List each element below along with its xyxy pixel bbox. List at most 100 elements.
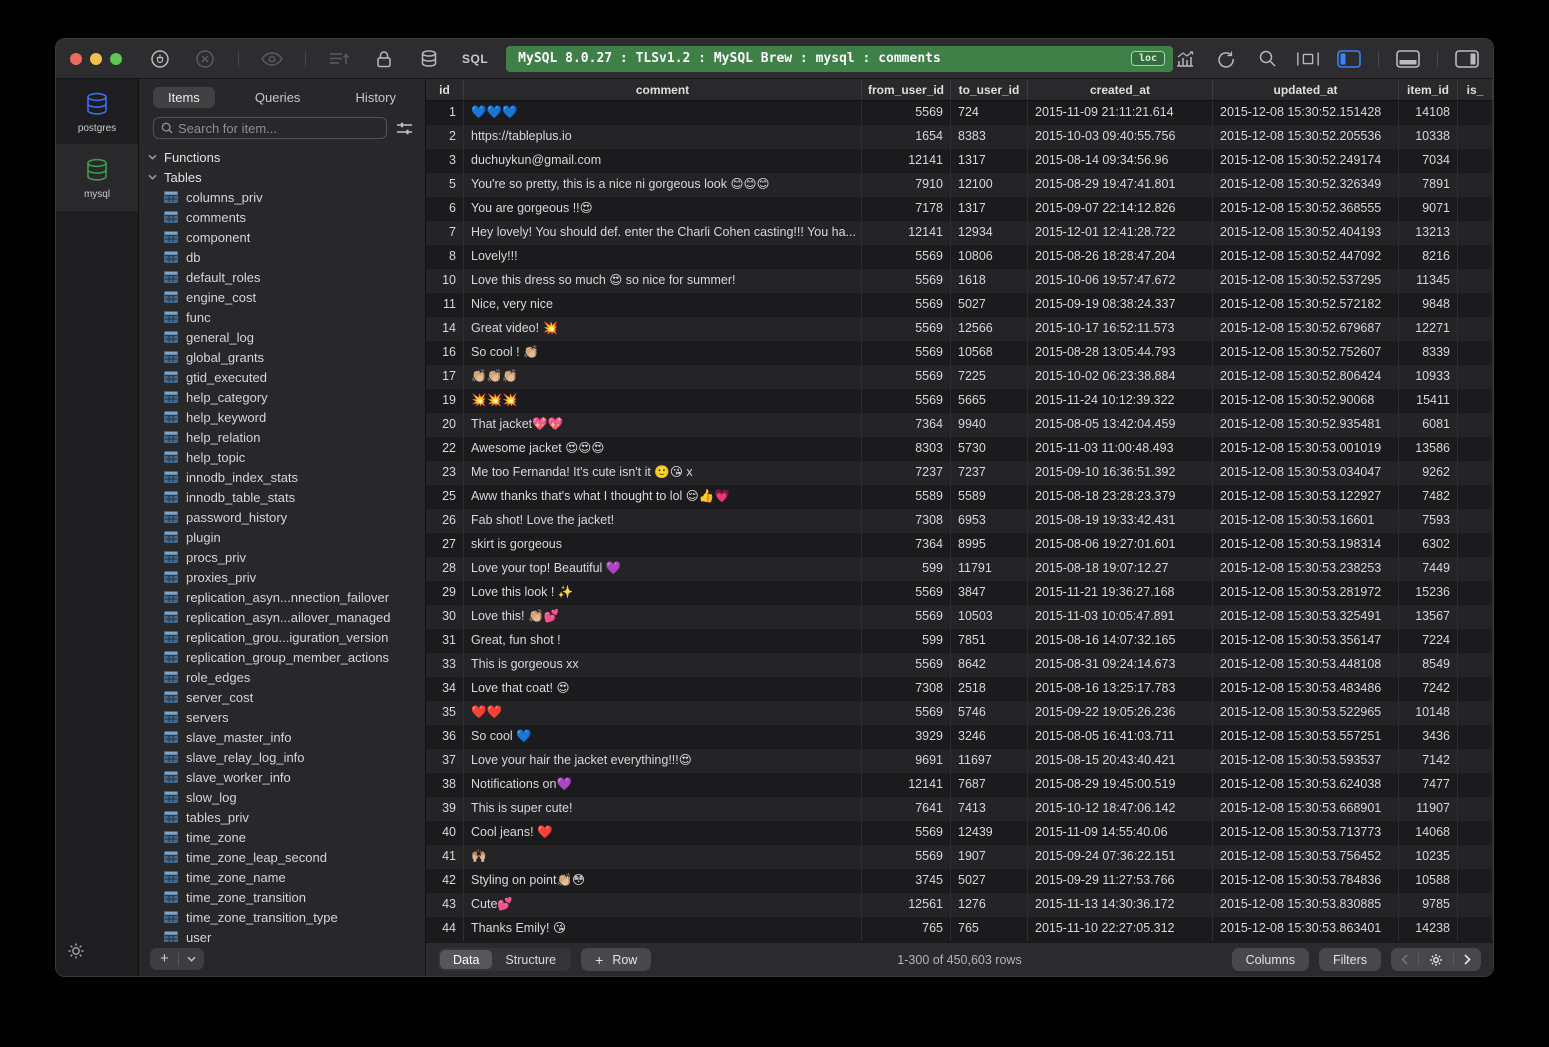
table-row[interactable]: 1💙💙💙55697242015-11-09 21:11:21.6142015-1… — [426, 101, 1493, 125]
page-settings-gear-icon[interactable] — [1419, 953, 1453, 967]
table-row[interactable]: 16So cool ! 👏🏼5569105682015-08-28 13:05:… — [426, 341, 1493, 365]
cell-from_user_id[interactable]: 1654 — [862, 125, 951, 149]
cell-updated_at[interactable]: 2015-12-08 15:30:52.151428 — [1213, 101, 1399, 125]
cell-comment[interactable]: Aww thanks that's what I thought to lol … — [464, 485, 862, 509]
table-row[interactable]: 34Love that coat! 😍730825182015-08-16 13… — [426, 677, 1493, 701]
cell-to_user_id[interactable]: 1907 — [951, 845, 1028, 869]
cell-updated_at[interactable]: 2015-12-08 15:30:53.281972 — [1213, 581, 1399, 605]
cell-to_user_id[interactable]: 5027 — [951, 869, 1028, 893]
table-row[interactable]: 10Love this dress so much 😍 so nice for … — [426, 269, 1493, 293]
cell-comment[interactable]: Styling on point👏🏼😳 — [464, 869, 862, 893]
sidebar-table-item[interactable]: innodb_table_stats — [139, 487, 425, 507]
column-header-item_id[interactable]: item_id — [1399, 79, 1458, 100]
cell-updated_at[interactable]: 2015-12-08 15:30:53.863401 — [1213, 917, 1399, 941]
cell-to_user_id[interactable]: 5730 — [951, 437, 1028, 461]
cell-item_id[interactable]: 8549 — [1399, 653, 1458, 677]
tab-data[interactable]: Data — [440, 950, 492, 969]
cell-item_id[interactable]: 14108 — [1399, 101, 1458, 125]
table-row[interactable]: 41🙌🏼556919072015-09-24 07:36:22.1512015-… — [426, 845, 1493, 869]
cell-id[interactable]: 2 — [426, 125, 464, 149]
sidebar-table-item[interactable]: replication_asyn...ailover_managed — [139, 607, 425, 627]
cell-is_[interactable] — [1458, 701, 1493, 725]
cell-to_user_id[interactable]: 8383 — [951, 125, 1028, 149]
cell-item_id[interactable]: 14238 — [1399, 917, 1458, 941]
table-row[interactable]: 28Love your top! Beautiful 💜599117912015… — [426, 557, 1493, 581]
cell-is_[interactable] — [1458, 533, 1493, 557]
cell-comment[interactable]: Love this dress so much 😍 so nice for su… — [464, 269, 862, 293]
cell-id[interactable]: 31 — [426, 629, 464, 653]
table-row[interactable]: 36So cool 💙392932462015-08-05 16:41:03.7… — [426, 725, 1493, 749]
cell-is_[interactable] — [1458, 509, 1493, 533]
cell-from_user_id[interactable]: 5569 — [862, 389, 951, 413]
cell-created_at[interactable]: 2015-08-16 13:25:17.783 — [1028, 677, 1213, 701]
cell-item_id[interactable]: 7593 — [1399, 509, 1458, 533]
cell-is_[interactable] — [1458, 917, 1493, 941]
cell-item_id[interactable]: 13213 — [1399, 221, 1458, 245]
cell-item_id[interactable]: 8339 — [1399, 341, 1458, 365]
sidebar-table-item[interactable]: time_zone_transition_type — [139, 907, 425, 927]
table-row[interactable]: 33This is gorgeous xx556986422015-08-31 … — [426, 653, 1493, 677]
cell-id[interactable]: 10 — [426, 269, 464, 293]
sidebar-table-item[interactable]: help_category — [139, 387, 425, 407]
cell-comment[interactable]: Me too Fernanda! It's cute isn't it 🙂😘 x — [464, 461, 862, 485]
cell-id[interactable]: 14 — [426, 317, 464, 341]
cell-item_id[interactable]: 7242 — [1399, 677, 1458, 701]
cell-comment[interactable]: https://tableplus.io — [464, 125, 862, 149]
cell-is_[interactable] — [1458, 581, 1493, 605]
sidebar-table-item[interactable]: password_history — [139, 507, 425, 527]
cell-to_user_id[interactable]: 7225 — [951, 365, 1028, 389]
cell-updated_at[interactable]: 2015-12-08 15:30:52.90068 — [1213, 389, 1399, 413]
cell-created_at[interactable]: 2015-08-28 13:05:44.793 — [1028, 341, 1213, 365]
cell-is_[interactable] — [1458, 221, 1493, 245]
cell-from_user_id[interactable]: 5589 — [862, 485, 951, 509]
cell-is_[interactable] — [1458, 725, 1493, 749]
cell-is_[interactable] — [1458, 269, 1493, 293]
cell-created_at[interactable]: 2015-08-29 19:45:00.519 — [1028, 773, 1213, 797]
cell-to_user_id[interactable]: 5665 — [951, 389, 1028, 413]
cell-updated_at[interactable]: 2015-12-08 15:30:53.756452 — [1213, 845, 1399, 869]
sidebar-table-item[interactable]: time_zone_leap_second — [139, 847, 425, 867]
cell-to_user_id[interactable]: 12566 — [951, 317, 1028, 341]
left-panel-toggle-icon[interactable] — [1337, 50, 1361, 68]
cell-from_user_id[interactable]: 5569 — [862, 821, 951, 845]
cell-id[interactable]: 23 — [426, 461, 464, 485]
cell-id[interactable]: 36 — [426, 725, 464, 749]
tab-history[interactable]: History — [341, 87, 411, 108]
cell-item_id[interactable]: 6081 — [1399, 413, 1458, 437]
cell-from_user_id[interactable]: 7308 — [862, 677, 951, 701]
column-header-to_user_id[interactable]: to_user_id — [951, 79, 1028, 100]
sidebar-table-item[interactable]: help_relation — [139, 427, 425, 447]
cell-created_at[interactable]: 2015-08-05 13:42:04.459 — [1028, 413, 1213, 437]
cell-from_user_id[interactable]: 5569 — [862, 293, 951, 317]
connect-icon[interactable] — [148, 47, 172, 71]
cell-created_at[interactable]: 2015-11-03 10:05:47.891 — [1028, 605, 1213, 629]
cell-is_[interactable] — [1458, 365, 1493, 389]
sidebar-table-item[interactable]: servers — [139, 707, 425, 727]
cell-is_[interactable] — [1458, 149, 1493, 173]
cell-updated_at[interactable]: 2015-12-08 15:30:53.713773 — [1213, 821, 1399, 845]
cell-from_user_id[interactable]: 7237 — [862, 461, 951, 485]
cell-from_user_id[interactable]: 5569 — [862, 581, 951, 605]
table-row[interactable]: 35❤️❤️556957462015-09-22 19:05:26.236201… — [426, 701, 1493, 725]
cell-is_[interactable] — [1458, 125, 1493, 149]
cell-updated_at[interactable]: 2015-12-08 15:30:52.447092 — [1213, 245, 1399, 269]
sidebar-table-item[interactable]: time_zone_name — [139, 867, 425, 887]
cell-id[interactable]: 33 — [426, 653, 464, 677]
sidebar-table-item[interactable]: db — [139, 247, 425, 267]
sidebar-table-item[interactable]: proxies_priv — [139, 567, 425, 587]
cell-id[interactable]: 16 — [426, 341, 464, 365]
sidebar-table-item[interactable]: server_cost — [139, 687, 425, 707]
cell-from_user_id[interactable]: 5569 — [862, 653, 951, 677]
cell-comment[interactable]: Great video! 💥 — [464, 317, 862, 341]
cell-updated_at[interactable]: 2015-12-08 15:30:53.830885 — [1213, 893, 1399, 917]
cell-comment[interactable]: 👏🏼👏🏼👏🏼 — [464, 365, 862, 389]
cell-created_at[interactable]: 2015-10-12 18:47:06.142 — [1028, 797, 1213, 821]
cell-from_user_id[interactable]: 12141 — [862, 773, 951, 797]
sidebar-table-item[interactable]: plugin — [139, 527, 425, 547]
cell-comment[interactable]: Thanks Emily! 😘 — [464, 917, 862, 941]
table-row[interactable]: 43Cute💕1256112762015-11-13 14:30:36.1722… — [426, 893, 1493, 917]
lock-icon[interactable] — [372, 47, 396, 71]
column-header-id[interactable]: id — [426, 79, 464, 100]
table-row[interactable]: 5You're so pretty, this is a nice ni gor… — [426, 173, 1493, 197]
cell-to_user_id[interactable]: 12100 — [951, 173, 1028, 197]
